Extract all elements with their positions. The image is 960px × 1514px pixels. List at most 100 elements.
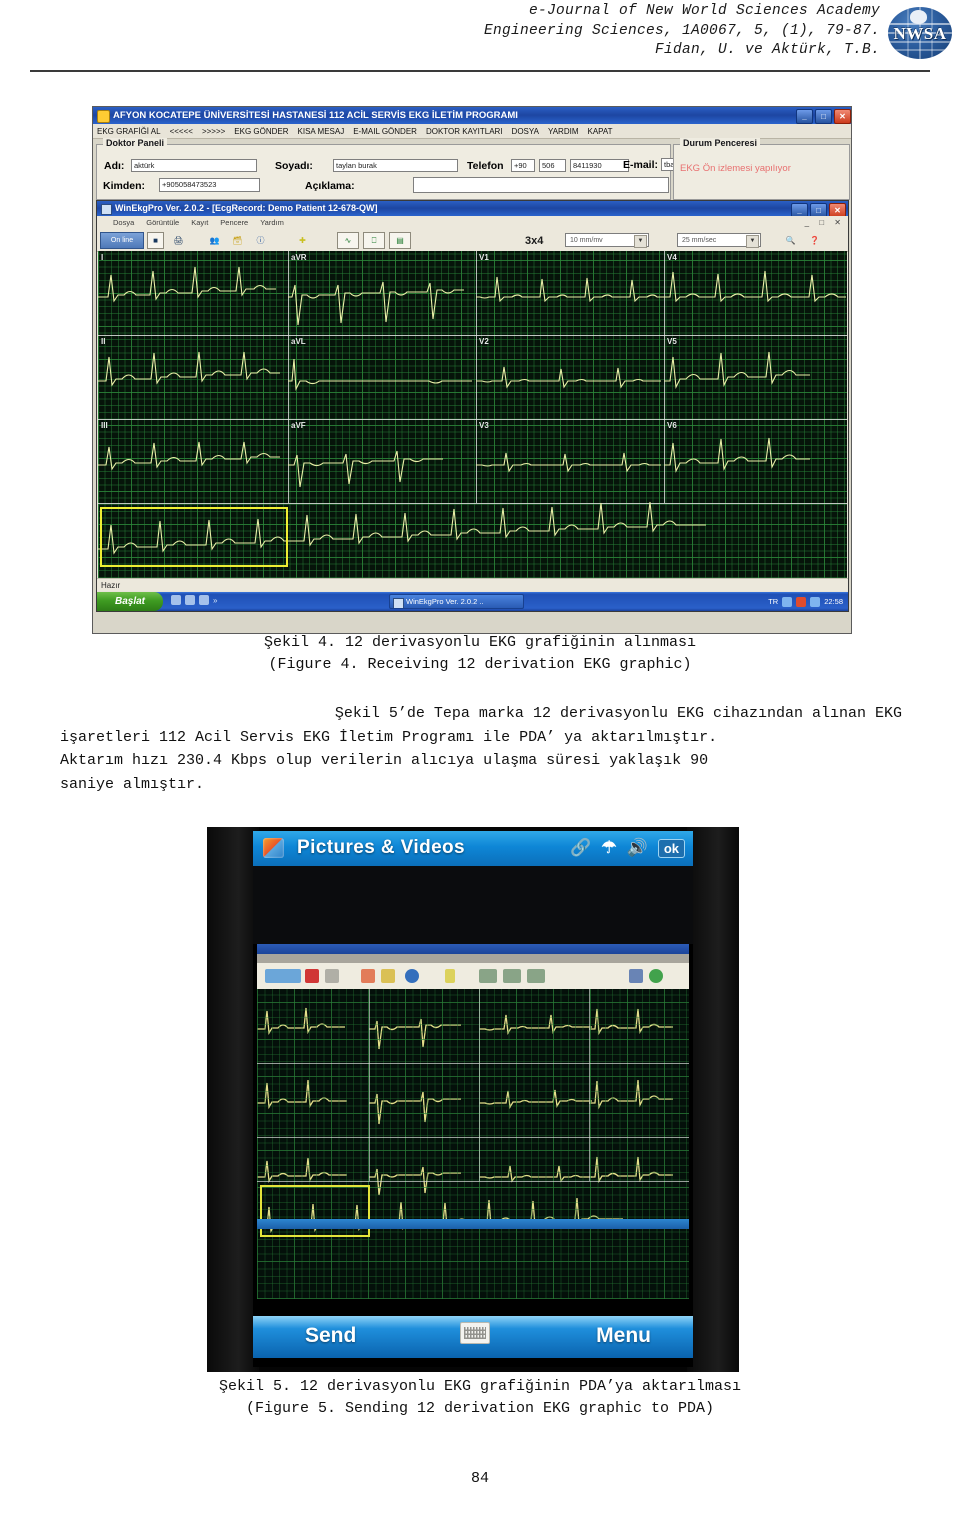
journal-authors: Fidan, U. ve Aktürk, T.B.: [654, 42, 880, 58]
window-controls: _ □ ✕: [796, 109, 851, 124]
figure-5-caption-en: (Figure 5. Sending 12 derivation EKG gra…: [245, 1400, 715, 1417]
pda-rhythm-strip-selection[interactable]: [260, 1185, 370, 1237]
pda-patients-icon[interactable]: [361, 969, 375, 983]
menu-item-kisa-mesaj[interactable]: KISA MESAJ: [298, 124, 345, 138]
body-line-3: Aktarım hızı 230.4 Kbps olup verilerin a…: [60, 752, 709, 769]
chevron-down-icon[interactable]: ▼: [634, 235, 647, 248]
layout-ratio-label: 3x4: [525, 235, 544, 247]
windows-taskbar: Başlat » WinEkgPro Ver. 2.0.2 .. TR 22:5…: [97, 592, 848, 611]
quick-launch-bar[interactable]: »: [171, 595, 217, 605]
signal-icon[interactable]: ☂: [601, 836, 616, 860]
tray-network-icon[interactable]: [810, 596, 821, 607]
gain-value: 10 mm/mv: [570, 237, 603, 244]
name-field[interactable]: aktürk: [131, 159, 257, 172]
pda-ecg-row-divider: [257, 1063, 689, 1064]
figure-4-caption-en: (Figure 4. Receiving 12 derivation EKG g…: [268, 656, 692, 673]
menu-item-doktor-kayitlari[interactable]: DOKTOR KAYITLARI: [426, 124, 503, 138]
pda-info-icon[interactable]: [405, 969, 419, 983]
journal-citation: Engineering Sciences, 1A0067, 5, (1), 79…: [483, 22, 880, 39]
winekgpro-maximize-button[interactable]: □: [810, 203, 827, 216]
view-wave-button[interactable]: ∿: [337, 232, 359, 249]
info-icon[interactable]: ⓘ: [251, 232, 270, 249]
pda-print-icon[interactable]: [325, 969, 339, 983]
print-icon[interactable]: 🖨: [169, 232, 188, 249]
pda-help-icon[interactable]: [649, 969, 663, 983]
pda-calibration-icon[interactable]: [445, 969, 455, 983]
pda-records-icon[interactable]: [381, 969, 395, 983]
phone-number-field[interactable]: 8411930: [570, 159, 629, 172]
logo-wordmark: NWSA: [893, 24, 947, 43]
from-label: Kimden:: [103, 180, 145, 192]
menu-item-yardim[interactable]: YARDIM: [548, 124, 579, 138]
phone-area-field[interactable]: 506: [539, 159, 566, 172]
menu-item-kapat[interactable]: KAPAT: [588, 124, 613, 138]
status-panel: Durum Penceresi EKG Ön izlemesi yapılıyo…: [673, 138, 850, 200]
pda-view-wave-button[interactable]: [479, 969, 497, 983]
pda-view-step-button[interactable]: [503, 969, 521, 983]
volume-icon[interactable]: 🔊: [627, 836, 648, 860]
rhythm-strip-selection[interactable]: [100, 507, 288, 567]
view-step-button[interactable]: ⎕: [363, 232, 385, 249]
quick-launch-icon[interactable]: [199, 595, 209, 605]
pda-record-button[interactable]: [305, 969, 319, 983]
pda-view-grid-button[interactable]: [527, 969, 545, 983]
quick-launch-icon[interactable]: [185, 595, 195, 605]
body-line-1-text: Şekil 5’de Tepa marka 12 derivasyonlu EK…: [334, 705, 902, 722]
note-field[interactable]: [413, 177, 669, 193]
records-icon[interactable]: 🗃: [228, 232, 247, 249]
tray-app-icon[interactable]: [796, 596, 807, 607]
pda-ecg-display[interactable]: [257, 989, 689, 1299]
connectivity-icon[interactable]: 🔗: [570, 836, 591, 860]
winekgpro-menu-dosya[interactable]: Dosya: [113, 216, 134, 230]
chevron-down-icon[interactable]: ▼: [746, 235, 759, 248]
pda-zoom-icon[interactable]: [629, 969, 643, 983]
menu-item-ekg-grafigi-al[interactable]: EKG GRAFİĞİ AL: [97, 124, 161, 138]
winekgpro-statusbar: Hazır: [97, 578, 848, 591]
phone-country-field[interactable]: +90: [511, 159, 535, 172]
online-toggle-button[interactable]: On line: [100, 232, 144, 249]
view-grid-button[interactable]: ▤: [389, 232, 411, 249]
tray-locale[interactable]: TR: [768, 592, 778, 611]
menu-item-dosya[interactable]: DOSYA: [512, 124, 539, 138]
keyboard-icon[interactable]: [460, 1322, 490, 1344]
patients-icon[interactable]: 👥: [205, 232, 224, 249]
help-icon[interactable]: ❓: [805, 232, 824, 249]
start-button[interactable]: Başlat: [97, 592, 163, 611]
winekgpro-menu-pencere[interactable]: Pencere: [220, 216, 248, 230]
winekgpro-close-button[interactable]: ✕: [829, 203, 846, 216]
record-button[interactable]: ■: [147, 232, 164, 249]
pda-online-button[interactable]: [265, 969, 301, 983]
minimize-button[interactable]: _: [796, 109, 813, 124]
surname-field[interactable]: taylan burak: [333, 159, 458, 172]
menu-item-ekg-gonder[interactable]: EKG GÖNDER: [234, 124, 288, 138]
close-button[interactable]: ✕: [834, 109, 851, 124]
winekgpro-menu-yardim[interactable]: Yardım: [260, 216, 284, 230]
zoom-icon[interactable]: 🔍: [781, 232, 800, 249]
chevron-right-icon[interactable]: »: [213, 596, 217, 605]
header-divider: [30, 70, 930, 72]
calibration-icon[interactable]: ✚: [293, 232, 312, 249]
ecg-waveform-display[interactable]: I aVR V1 V4 II aVL V2 V5 III aVF V3 V6: [98, 251, 847, 591]
menu-item-email-gonder[interactable]: E-MAIL GÖNDER: [353, 124, 417, 138]
menu-item-prev[interactable]: <<<<<: [170, 124, 193, 138]
menu-softkey[interactable]: Menu: [596, 1324, 651, 1348]
menu-item-next[interactable]: >>>>>: [202, 124, 225, 138]
windows-start-icon[interactable]: [263, 838, 284, 858]
quick-launch-icon[interactable]: [171, 595, 181, 605]
pda-ecg-grid: [257, 989, 689, 1299]
gain-select[interactable]: 10 mm/mv ▼: [565, 233, 649, 248]
winekgpro-menu-goruntule[interactable]: Görüntüle: [146, 216, 179, 230]
winekgpro-window-controls: _ □ ✕: [791, 203, 846, 216]
winekgpro-menu-kayit[interactable]: Kayıt: [191, 216, 208, 230]
tray-volume-icon[interactable]: [782, 596, 793, 607]
maximize-button[interactable]: □: [815, 109, 832, 124]
from-field[interactable]: +905058473523: [159, 178, 260, 192]
taskbar-clock[interactable]: 22:58: [824, 592, 843, 611]
ok-button[interactable]: ok: [657, 838, 685, 858]
ekg-program-menubar: EKG GRAFİĞİ AL <<<<< >>>>> EKG GÖNDER KISA M…: [93, 124, 851, 139]
mdi-child-window-controls[interactable]: _ □ ✕: [805, 216, 845, 230]
send-softkey[interactable]: Send: [305, 1324, 356, 1348]
taskbar-task-winekgpro[interactable]: WinEkgPro Ver. 2.0.2 ..: [389, 594, 524, 609]
speed-select[interactable]: 25 mm/sec ▼: [677, 233, 761, 248]
winekgpro-minimize-button[interactable]: _: [791, 203, 808, 216]
